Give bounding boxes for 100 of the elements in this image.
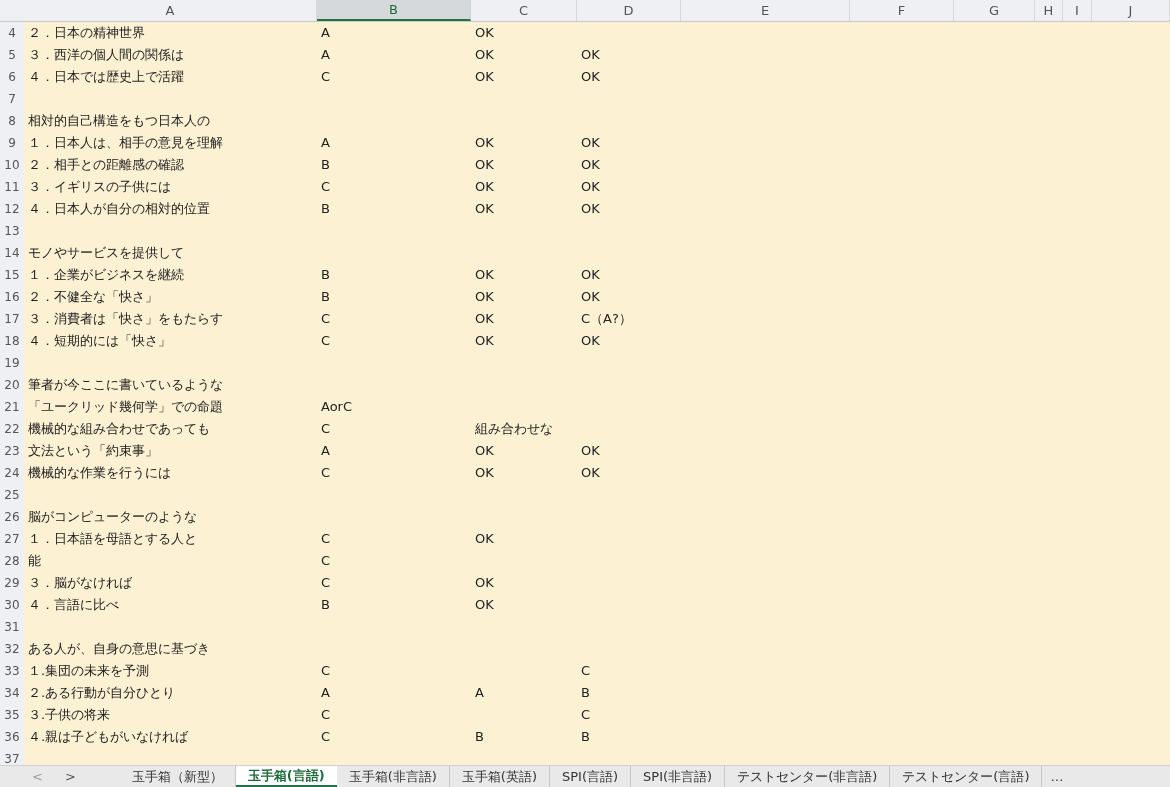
cell-text: OK xyxy=(475,442,494,461)
cell-text: OK xyxy=(581,266,600,285)
cell-text: ２．相手との距離感の確認 xyxy=(28,156,184,175)
cell-text: OK xyxy=(475,596,494,615)
cell-text: OK xyxy=(581,156,600,175)
row-number[interactable]: 35 xyxy=(0,704,24,726)
row-number[interactable]: 32 xyxy=(0,638,24,660)
row-number[interactable]: 16 xyxy=(0,286,24,308)
sheet-tab[interactable]: テストセンター(非言語) xyxy=(725,766,891,787)
row-number[interactable]: 8 xyxy=(0,110,24,132)
cell-text: ４．言語に比べ xyxy=(28,596,119,615)
row-number[interactable]: 26 xyxy=(0,506,24,528)
column-header[interactable]: D xyxy=(577,0,681,21)
cell-text: A xyxy=(321,46,330,65)
row-number[interactable]: 11 xyxy=(0,176,24,198)
row-number[interactable]: 27 xyxy=(0,528,24,550)
row-number[interactable]: 7 xyxy=(0,88,24,110)
row-number[interactable]: 37 xyxy=(0,748,24,765)
cell-text: ４．短期的には「快さ」 xyxy=(28,332,171,351)
cell-text: OK xyxy=(581,200,600,219)
sheet-tab[interactable]: テストセンター(言語) xyxy=(890,766,1043,787)
cell-text: OK xyxy=(475,68,494,87)
row-number[interactable]: 4 xyxy=(0,22,24,44)
cell-text: C xyxy=(321,530,331,549)
cell-text: B xyxy=(321,596,330,615)
sheet-tab[interactable]: SPI(非言語) xyxy=(631,766,726,787)
cell-text: B xyxy=(321,288,330,307)
row-number[interactable]: 5 xyxy=(0,44,24,66)
sheet-tab[interactable]: 玉手箱(非言語) xyxy=(336,766,450,787)
cell-text: １．日本人は、相手の意見を理解 xyxy=(28,134,223,153)
row-number[interactable]: 9 xyxy=(0,132,24,154)
cell-text: OK xyxy=(581,442,600,461)
column-header[interactable]: C xyxy=(471,0,577,21)
cell-text: B xyxy=(581,728,590,747)
cell-text: C xyxy=(321,728,331,747)
column-header[interactable]: E xyxy=(681,0,850,21)
cell-text: ４.親は子どもがいなければ xyxy=(28,728,189,747)
cell-text: OK xyxy=(475,156,494,175)
row-number[interactable]: 23 xyxy=(0,440,24,462)
cell-text: ３．脳がなければ xyxy=(28,574,132,593)
row-number[interactable]: 20 xyxy=(0,374,24,396)
cell-text: OK xyxy=(581,332,600,351)
cell-text: A xyxy=(475,684,484,703)
column-header[interactable]: G xyxy=(954,0,1035,21)
row-number[interactable]: 14 xyxy=(0,242,24,264)
cell-text: ２．不健全な「快さ」 xyxy=(28,288,158,307)
cell-text: 文法という「約束事」 xyxy=(28,442,158,461)
cell-text: １．日本語を母語とする人と xyxy=(28,530,197,549)
cell-text: C xyxy=(321,178,331,197)
cell-text: OK xyxy=(581,46,600,65)
cell-text: C xyxy=(321,574,331,593)
column-header[interactable]: B xyxy=(317,0,471,21)
row-number[interactable]: 36 xyxy=(0,726,24,748)
row-number[interactable]: 22 xyxy=(0,418,24,440)
row-number[interactable]: 12 xyxy=(0,198,24,220)
row-number[interactable]: 13 xyxy=(0,220,24,242)
cell-text: C xyxy=(321,552,331,571)
next-sheet-button[interactable]: > xyxy=(60,766,80,787)
cell-text: A xyxy=(321,442,330,461)
row-number[interactable]: 31 xyxy=(0,616,24,638)
sheet-tab[interactable]: SPI(言語) xyxy=(550,766,632,787)
more-sheets-button[interactable]: … xyxy=(1042,766,1072,787)
cell-text: C xyxy=(581,662,591,681)
row-number[interactable]: 18 xyxy=(0,330,24,352)
cell-text: OK xyxy=(581,288,600,307)
cell-text: C（A?） xyxy=(581,310,632,329)
row-number[interactable]: 21 xyxy=(0,396,24,418)
cell-text: C xyxy=(321,662,331,681)
cell-text: C xyxy=(581,706,591,725)
cell-text: ４．日本では歴史上で活躍 xyxy=(28,68,184,87)
cell-text: OK xyxy=(475,530,494,549)
row-number[interactable]: 28 xyxy=(0,550,24,572)
row-number[interactable]: 10 xyxy=(0,154,24,176)
cell-text: OK xyxy=(475,46,494,65)
row-number[interactable]: 6 xyxy=(0,66,24,88)
cell-text: C xyxy=(321,420,331,439)
sheet-tab[interactable]: 玉手箱（新型） xyxy=(119,766,236,787)
column-header[interactable]: I xyxy=(1063,0,1092,21)
cell-text: ２．日本の精神世界 xyxy=(28,24,145,43)
row-number[interactable]: 34 xyxy=(0,682,24,704)
cell-text: B xyxy=(475,728,484,747)
row-number[interactable]: 17 xyxy=(0,308,24,330)
column-header[interactable]: H xyxy=(1035,0,1063,21)
row-number[interactable]: 30 xyxy=(0,594,24,616)
cell-text: OK xyxy=(581,134,600,153)
row-number[interactable]: 29 xyxy=(0,572,24,594)
row-number[interactable]: 19 xyxy=(0,352,24,374)
cell-text: OK xyxy=(475,332,494,351)
sheet-tab[interactable]: 玉手箱(英語) xyxy=(449,766,550,787)
cell-text: C xyxy=(321,706,331,725)
cell-text: C xyxy=(321,68,331,87)
column-header[interactable]: F xyxy=(850,0,954,21)
cell-text: OK xyxy=(475,464,494,483)
row-number[interactable]: 33 xyxy=(0,660,24,682)
cell-text: OK xyxy=(581,178,600,197)
row-number[interactable]: 24 xyxy=(0,462,24,484)
sheet-tab[interactable]: 玉手箱(言語) xyxy=(235,766,337,787)
row-number[interactable]: 25 xyxy=(0,484,24,506)
column-header[interactable]: J xyxy=(1092,0,1170,21)
row-number[interactable]: 15 xyxy=(0,264,24,286)
